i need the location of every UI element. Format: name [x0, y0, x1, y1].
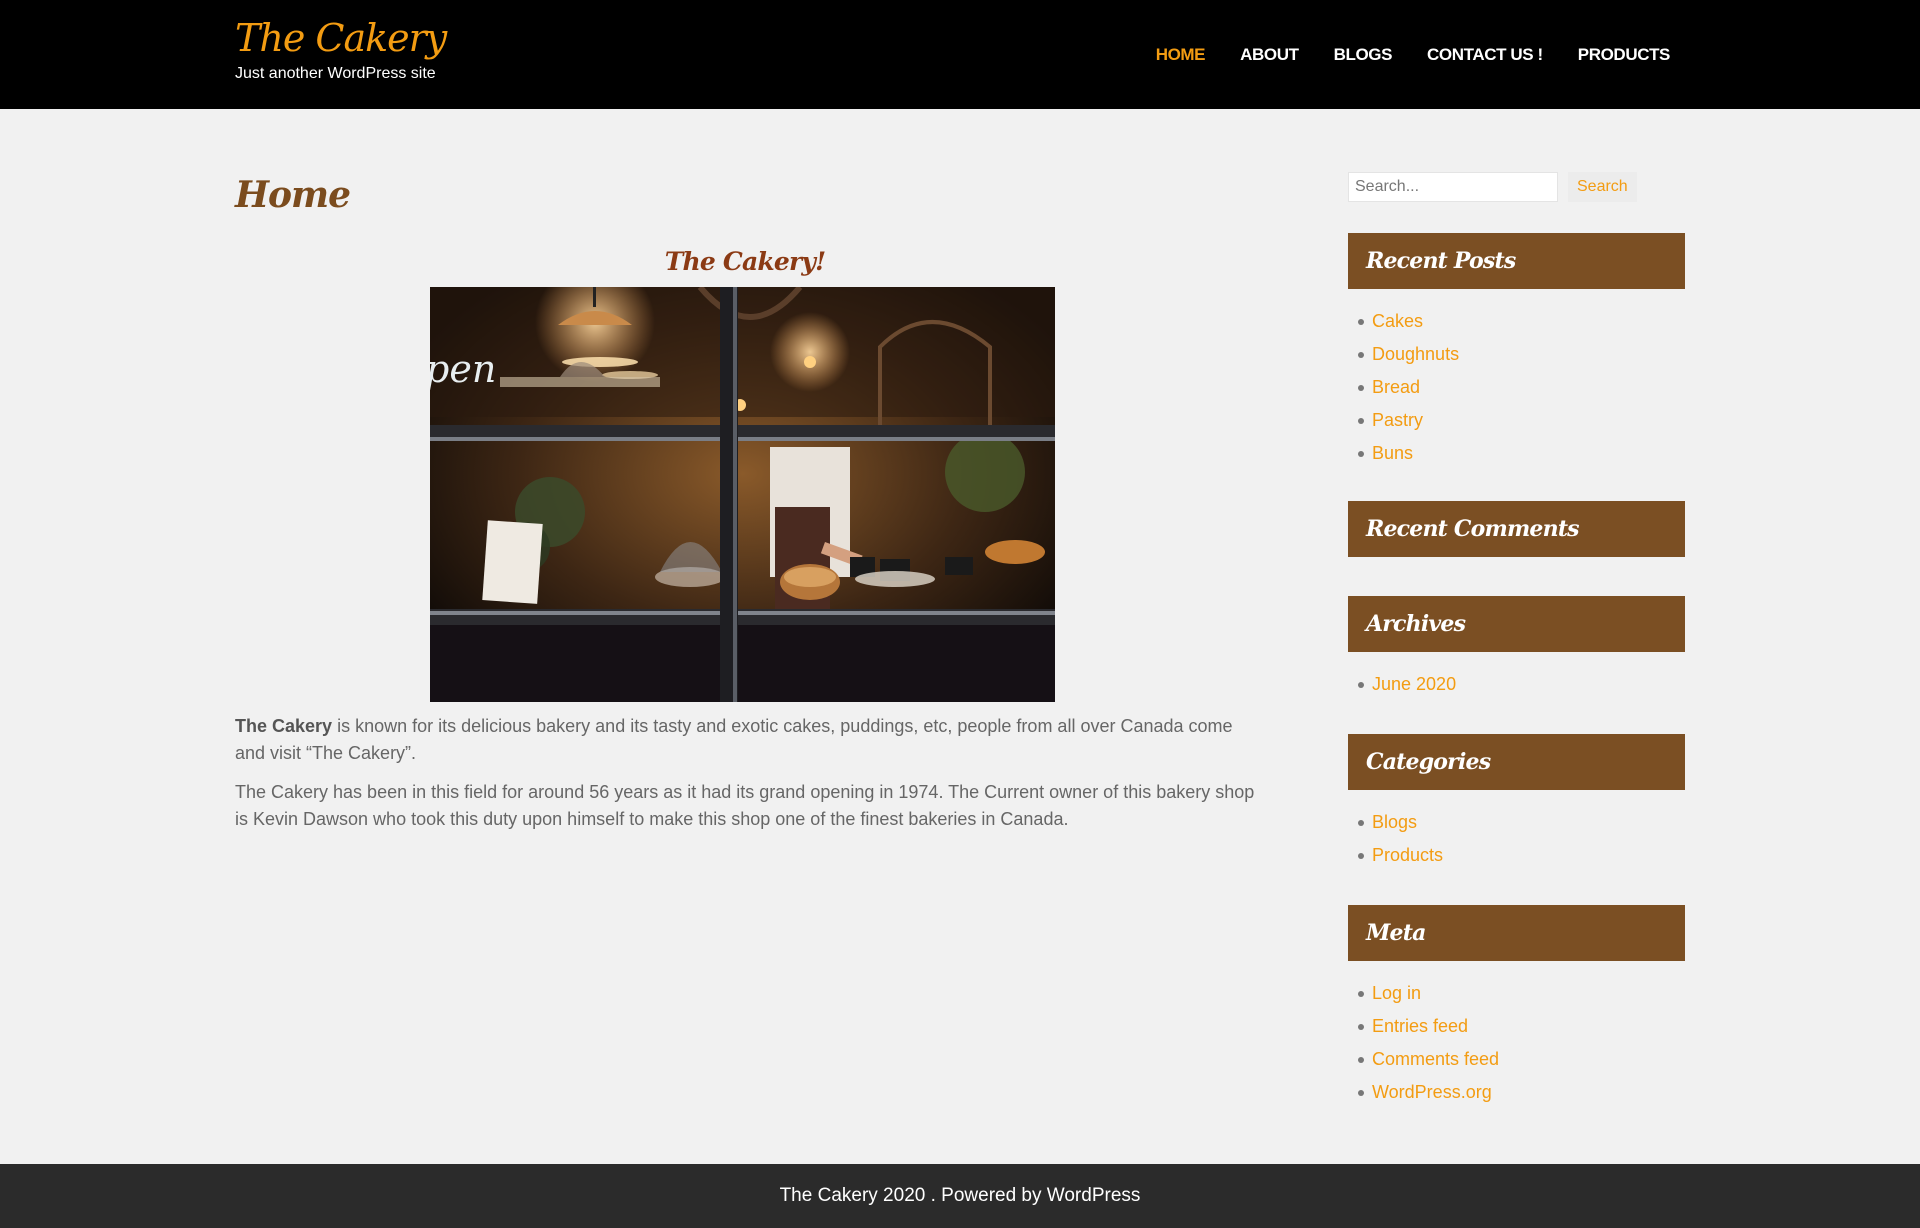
list-item: Products: [1356, 839, 1685, 872]
intro-bold: The Cakery: [235, 716, 333, 736]
widget-recent-comments: Recent Comments: [1348, 501, 1685, 557]
list-item: Blogs: [1356, 806, 1685, 839]
recent-post-link[interactable]: Cakes: [1372, 311, 1423, 331]
site-tagline: Just another WordPress site: [235, 65, 436, 82]
list-item: Pastry: [1356, 404, 1685, 437]
recent-post-link[interactable]: Bread: [1372, 377, 1420, 397]
widget-title-meta: Meta: [1348, 905, 1685, 961]
list-item: Doughnuts: [1356, 338, 1685, 371]
site-title-link[interactable]: The Cakery: [235, 14, 447, 62]
meta-list: Log in Entries feed Comments feed WordPr…: [1348, 977, 1685, 1109]
widget-meta: Meta Log in Entries feed Comments feed W…: [1348, 905, 1685, 1109]
page-title: Home: [235, 174, 351, 216]
search-button[interactable]: Search: [1568, 172, 1637, 202]
meta-link[interactable]: Log in: [1372, 983, 1421, 1003]
intro-paragraph: The Cakery is known for its delicious ba…: [235, 713, 1255, 767]
list-item: Entries feed: [1356, 1010, 1685, 1043]
list-item: WordPress.org: [1356, 1076, 1685, 1109]
site-header: The Cakery Just another WordPress site H…: [0, 0, 1920, 109]
nav-blogs[interactable]: BLOGS: [1334, 43, 1393, 67]
history-paragraph: The Cakery has been in this field for ar…: [235, 782, 1255, 829]
list-item: June 2020: [1356, 668, 1685, 701]
recent-posts-list: Cakes Doughnuts Bread Pastry Buns: [1348, 305, 1685, 470]
meta-link[interactable]: Comments feed: [1372, 1049, 1499, 1069]
nav-contact-us[interactable]: CONTACT US !: [1427, 43, 1543, 67]
main-navigation: HOME ABOUT BLOGS CONTACT US ! PRODUCTS: [1121, 43, 1671, 67]
widget-title-categories: Categories: [1348, 734, 1685, 790]
list-item: Comments feed: [1356, 1043, 1685, 1076]
widget-archives: Archives June 2020: [1348, 596, 1685, 701]
recent-post-link[interactable]: Pastry: [1372, 410, 1423, 430]
search-input[interactable]: [1348, 172, 1558, 202]
meta-link[interactable]: Entries feed: [1372, 1016, 1468, 1036]
widget-title-recent-comments: Recent Comments: [1348, 501, 1685, 557]
nav-about[interactable]: ABOUT: [1240, 43, 1299, 67]
sidebar: Search Recent Posts Cakes Doughnuts Brea…: [1348, 172, 1685, 1109]
recent-post-link[interactable]: Doughnuts: [1372, 344, 1459, 364]
nav-products[interactable]: PRODUCTS: [1578, 43, 1671, 67]
category-link[interactable]: Products: [1372, 845, 1443, 865]
recent-post-link[interactable]: Buns: [1372, 443, 1413, 463]
nav-home[interactable]: HOME: [1156, 43, 1206, 67]
search-form: Search: [1348, 172, 1685, 202]
site-branding: The Cakery Just another WordPress site: [235, 14, 447, 84]
category-link[interactable]: Blogs: [1372, 812, 1417, 832]
widget-title-archives: Archives: [1348, 596, 1685, 652]
open-sign-text: pen: [430, 347, 496, 391]
list-item: Buns: [1356, 437, 1685, 470]
list-item: Log in: [1356, 977, 1685, 1010]
widget-categories: Categories Blogs Products: [1348, 734, 1685, 872]
widget-recent-posts: Recent Posts Cakes Doughnuts Bread Pastr…: [1348, 233, 1685, 470]
list-item: Bread: [1356, 371, 1685, 404]
meta-link[interactable]: WordPress.org: [1372, 1082, 1492, 1102]
list-item: Cakes: [1356, 305, 1685, 338]
widget-title-recent-posts: Recent Posts: [1348, 233, 1685, 289]
footer-text: The Cakery 2020 . Powered by WordPress: [779, 1185, 1141, 1206]
archives-list: June 2020: [1348, 668, 1685, 701]
post-heading: The Cakery!: [664, 247, 826, 276]
main-content: Home The Cakery! pen The Cakery is known…: [235, 170, 1255, 833]
bakery-window-image: pen: [430, 287, 1055, 702]
categories-list: Blogs Products: [1348, 806, 1685, 872]
archive-link[interactable]: June 2020: [1372, 674, 1456, 694]
site-footer: The Cakery 2020 . Powered by WordPress: [0, 1164, 1920, 1228]
intro-text: is known for its delicious bakery and it…: [235, 716, 1233, 763]
bakery-photo-illustration: pen: [430, 287, 1055, 702]
